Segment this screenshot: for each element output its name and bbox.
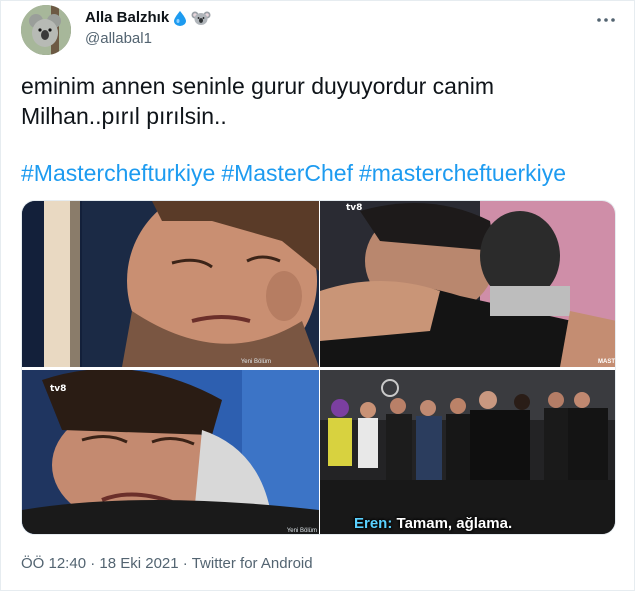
crying-hug-photo (22, 370, 319, 534)
koala-avatar-image (21, 5, 71, 55)
author-display-name[interactable]: Alla Balzhık (85, 9, 169, 26)
video-subtitle: Eren: Tamam, ağlama. (354, 515, 512, 532)
tweet-meta: ÖÖ 12:40 · 18 Eki 2021 · Twitter for And… (21, 555, 313, 572)
media-photo-3[interactable]: tv8 Yeni Bölüm (22, 370, 319, 534)
tweet-text-line-1: eminim annen seninle gurur duyuyordur ca… (21, 73, 495, 99)
media-grid: Yeni Bölüm tv8 MAST tv8 Yeni Bölüm Eren:… (21, 200, 616, 535)
tweet-source-link[interactable]: Twitter for Android (192, 555, 313, 572)
tv8-watermark: tv8 (346, 203, 363, 213)
tweet-text: eminim annen seninle gurur duyuyordur ca… (21, 71, 621, 131)
hashtag-link[interactable]: #mastercheftuerkiye (359, 160, 566, 186)
koala-icon (191, 11, 211, 25)
media-photo-4[interactable]: Eren: Tamam, ağlama. (320, 370, 615, 534)
author-name-row: Alla Balzhık (85, 9, 211, 26)
water-drop-icon (174, 10, 187, 26)
tweet-time[interactable]: ÖÖ 12:40 (21, 555, 86, 572)
media-photo-2[interactable]: tv8 MAST (320, 201, 615, 367)
tweet-card: Alla Balzhık @allabal1 eminim annen seni… (0, 0, 635, 591)
media-photo-1[interactable]: Yeni Bölüm (22, 201, 319, 367)
meta-separator: · (90, 555, 96, 572)
more-options-button[interactable] (596, 7, 616, 28)
avatar[interactable] (21, 5, 71, 55)
new-episode-watermark: Yeni Bölüm (286, 528, 317, 534)
hug-photo (320, 201, 615, 367)
meta-separator: · (182, 555, 188, 572)
more-dots-icon (597, 18, 615, 22)
corner-watermark: MAST (598, 359, 615, 365)
subtitle-text: Tamam, ağlama. (396, 515, 513, 532)
hashtag-list: #Masterchefturkiye #MasterChef #masterchef… (21, 158, 631, 188)
group-scene-photo (320, 370, 615, 534)
tweet-text-line-2: Milhan..pırıl pırılsin.. (21, 103, 227, 129)
hashtag-link[interactable]: #Masterchefturkiye (21, 160, 215, 186)
crying-man-photo (22, 201, 319, 367)
new-episode-watermark: Yeni Bölüm (240, 359, 271, 365)
subtitle-speaker: Eren: (354, 515, 393, 532)
tv8-watermark: tv8 (50, 384, 67, 394)
hashtag-link[interactable]: #MasterChef (221, 160, 353, 186)
tweet-date[interactable]: 18 Eki 2021 (99, 555, 178, 572)
author-handle[interactable]: @allabal1 (85, 30, 152, 47)
